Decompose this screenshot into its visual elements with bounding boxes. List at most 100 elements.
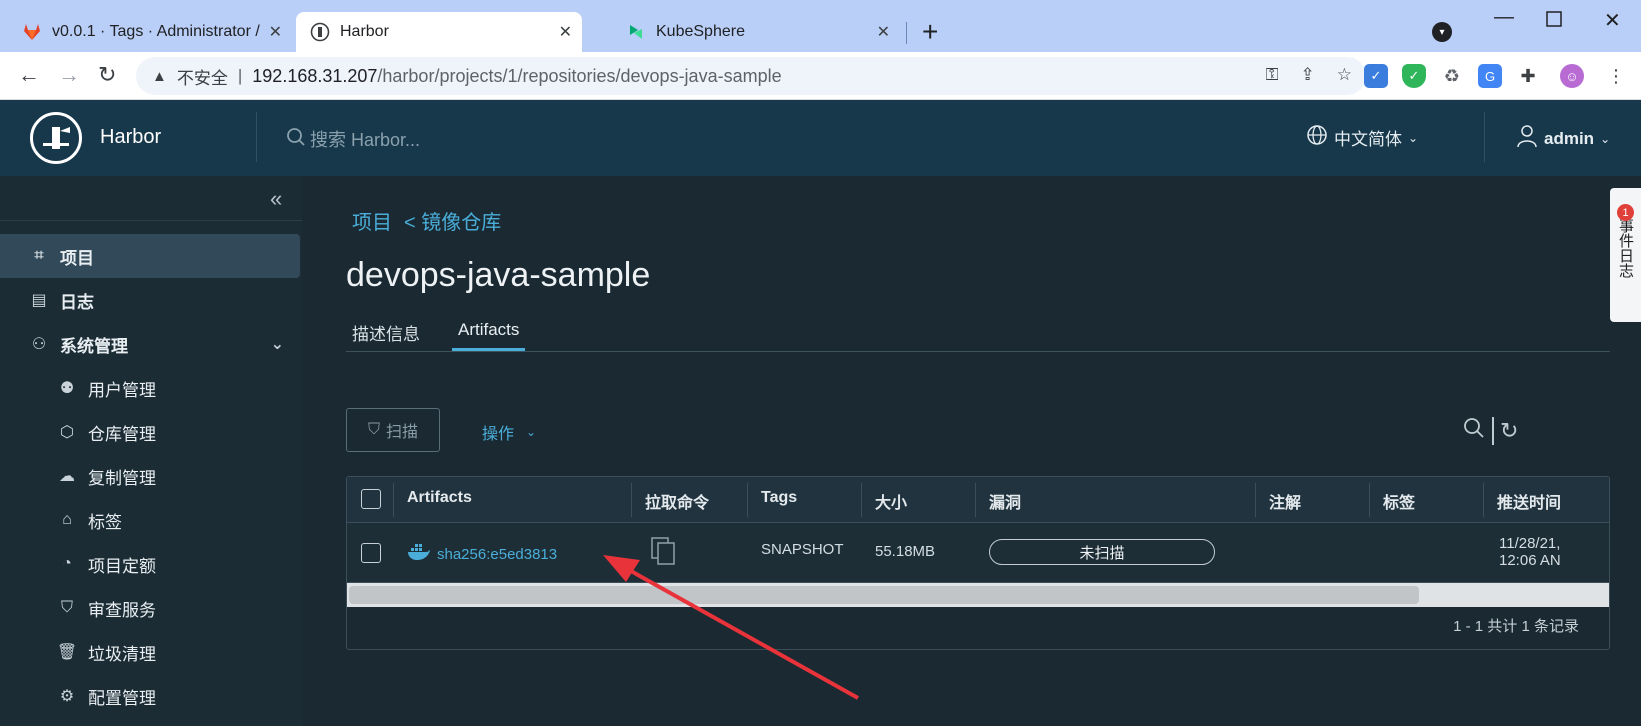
column-header-push-time[interactable]: 推送时间 — [1497, 489, 1561, 513]
maximize-icon[interactable] — [1546, 10, 1562, 33]
sidebar-item-quotas[interactable]: ◔ 项目定额 — [0, 542, 302, 586]
profile-avatar[interactable]: ☺ — [1560, 64, 1584, 88]
sidebar-item-label: 审查服务 — [88, 600, 156, 620]
horizontal-scrollbar[interactable] — [347, 583, 1609, 607]
trash-icon: 🗑 — [56, 644, 78, 661]
column-header-tags[interactable]: Tags — [761, 489, 797, 507]
sidebar-item-projects[interactable]: ⌗ 项目 — [0, 234, 300, 278]
share-icon[interactable]: ⇪ — [1301, 65, 1315, 85]
language-label: 中文简体 — [1334, 130, 1402, 149]
row-checkbox[interactable] — [361, 543, 381, 563]
actions-dropdown[interactable]: 操作 ⌄ — [482, 420, 536, 444]
docker-icon — [407, 543, 431, 565]
column-header-pull-command[interactable]: 拉取命令 — [645, 489, 709, 513]
user-icon — [1516, 124, 1538, 153]
new-tab-button[interactable]: + — [922, 18, 938, 46]
extension-recycle-icon[interactable]: ♻ — [1440, 64, 1464, 88]
sidebar-item-label: 配置管理 — [88, 688, 156, 708]
sidebar-item-labels[interactable]: ⌂ 标签 — [0, 498, 302, 542]
sidebar-item-gc[interactable]: 🗑 垃圾清理 — [0, 630, 302, 674]
globe-icon — [1306, 124, 1328, 151]
search-placeholder: 搜索 Harbor... — [310, 130, 421, 150]
sidebar-item-registries[interactable]: ⬡ 仓库管理 — [0, 410, 302, 454]
minimize-icon[interactable]: — — [1494, 6, 1514, 29]
username: admin — [1544, 128, 1595, 148]
sidebar-item-admin[interactable]: ⚇ 系统管理 ⌄ — [0, 322, 302, 366]
sidebar-item-label: 仓库管理 — [88, 424, 156, 444]
chevron-down-icon: ⌄ — [270, 336, 284, 353]
logs-icon: ▤ — [31, 292, 47, 309]
grid-toolbar: ↻ — [1462, 416, 1518, 446]
browser-menu-icon[interactable]: ⋮ — [1604, 64, 1628, 88]
tab-artifacts[interactable]: Artifacts — [452, 320, 526, 351]
extension-shield-icon[interactable]: ✓ — [1402, 64, 1426, 88]
breadcrumb-repositories[interactable]: < 镜像仓库 — [404, 206, 501, 235]
sidebar-item-users[interactable]: ⚉ 用户管理 — [0, 366, 302, 410]
browser-tab-kubesphere[interactable]: KubeSphere ✕ — [612, 12, 900, 52]
tab-description[interactable]: 描述信息 — [352, 320, 420, 345]
select-all-checkbox[interactable] — [361, 489, 381, 509]
sidebar-item-config[interactable]: ⚙ 配置管理 — [0, 674, 302, 718]
harbor-logo-icon[interactable] — [30, 112, 82, 164]
actions-label: 操作 — [482, 426, 515, 443]
column-header-artifacts[interactable]: Artifacts — [407, 489, 472, 507]
registry-icon: ⬡ — [60, 424, 74, 441]
user-menu[interactable]: admin ⌄ — [1516, 124, 1610, 153]
push-time-date: 11/28/21, — [1499, 535, 1561, 552]
extensions-puzzle-icon[interactable]: ✚ — [1516, 64, 1540, 88]
warning-icon[interactable]: ▲ — [152, 68, 167, 85]
scan-button[interactable]: ⛉ 扫描 — [346, 408, 440, 452]
sidebar-item-replication[interactable]: ☁ 复制管理 — [0, 454, 302, 498]
sidebar: « ⌗ 项目 ▤ 日志 ⚇ 系统管理 ⌄ ⚉ 用户管理 ⬡ 仓库管理 ☁ 复制管… — [0, 176, 302, 726]
back-icon[interactable]: ← — [18, 62, 40, 88]
search-icon[interactable] — [1462, 416, 1486, 446]
language-selector[interactable]: 中文简体 ⌄ — [1306, 124, 1418, 151]
gitlab-icon — [22, 22, 42, 42]
url-path: /harbor/projects/1/repositories/devops-j… — [377, 65, 782, 86]
copy-icon[interactable] — [651, 537, 675, 569]
table-row[interactable]: sha256:e5ed3813 SNAPSHOT 55.18MB 未扫描 11/… — [347, 523, 1609, 583]
column-header-size[interactable]: 大小 — [875, 489, 907, 513]
kubesphere-icon — [626, 22, 646, 42]
collapse-sidebar-icon[interactable]: « — [270, 186, 282, 212]
bookmark-star-icon[interactable]: ☆ — [1337, 65, 1352, 85]
address-bar[interactable]: ▲ 不安全 | 192.168.31.207/harbor/projects/1… — [136, 57, 1366, 95]
column-separator — [631, 483, 632, 517]
browser-tab-harbor[interactable]: Harbor ✕ — [296, 12, 582, 52]
breadcrumb-projects[interactable]: 项目 — [352, 206, 392, 235]
column-header-annotations[interactable]: 注解 — [1269, 489, 1301, 513]
browser-tab-gitlab[interactable]: v0.0.1 · Tags · Administrator / c ✕ — [8, 12, 292, 52]
sidebar-item-label: 标签 — [88, 512, 122, 532]
column-header-labels[interactable]: 标签 — [1383, 489, 1415, 513]
tab-search-icon[interactable]: ▾ — [1432, 22, 1452, 42]
sidebar-item-logs[interactable]: ▤ 日志 — [0, 278, 302, 322]
close-window-icon[interactable]: ✕ — [1604, 8, 1621, 33]
artifact-digest-link[interactable]: sha256:e5ed3813 — [407, 543, 557, 565]
extension-bookmark-icon[interactable]: ✓ — [1364, 64, 1388, 88]
chevron-down-icon: ⌄ — [526, 425, 537, 439]
shield-icon: ⛉ — [60, 599, 73, 616]
header-divider — [1484, 112, 1485, 162]
quota-icon: ◔ — [62, 555, 72, 572]
close-icon[interactable]: ✕ — [877, 22, 890, 42]
column-header-vulnerabilities[interactable]: 漏洞 — [989, 489, 1021, 513]
key-icon[interactable]: ⚿ — [1266, 65, 1279, 85]
close-icon[interactable]: ✕ — [269, 22, 282, 42]
global-search[interactable]: 搜索 Harbor... — [286, 126, 420, 152]
event-count-badge: 1 — [1617, 204, 1634, 221]
column-separator — [975, 483, 976, 517]
gear-icon: ⚙ — [59, 688, 75, 705]
harbor-brand[interactable]: Harbor — [100, 126, 161, 149]
scrollbar-thumb[interactable] — [349, 586, 1419, 604]
close-icon[interactable]: ✕ — [559, 22, 572, 42]
push-time: 11/28/21, 12:06 AN — [1499, 535, 1561, 569]
extension-translate-icon[interactable]: G — [1478, 64, 1502, 88]
sidebar-item-label: 日志 — [60, 292, 94, 312]
tab-title: KubeSphere — [656, 23, 745, 40]
artifact-size: 55.18MB — [875, 543, 936, 560]
artifact-digest: sha256:e5ed3813 — [437, 545, 558, 563]
forward-icon[interactable]: → — [58, 62, 80, 88]
sidebar-item-interrogation[interactable]: ⛉ 审查服务 — [0, 586, 302, 630]
reload-icon[interactable]: ↻ — [98, 62, 116, 88]
refresh-icon[interactable]: ↻ — [1500, 418, 1518, 444]
